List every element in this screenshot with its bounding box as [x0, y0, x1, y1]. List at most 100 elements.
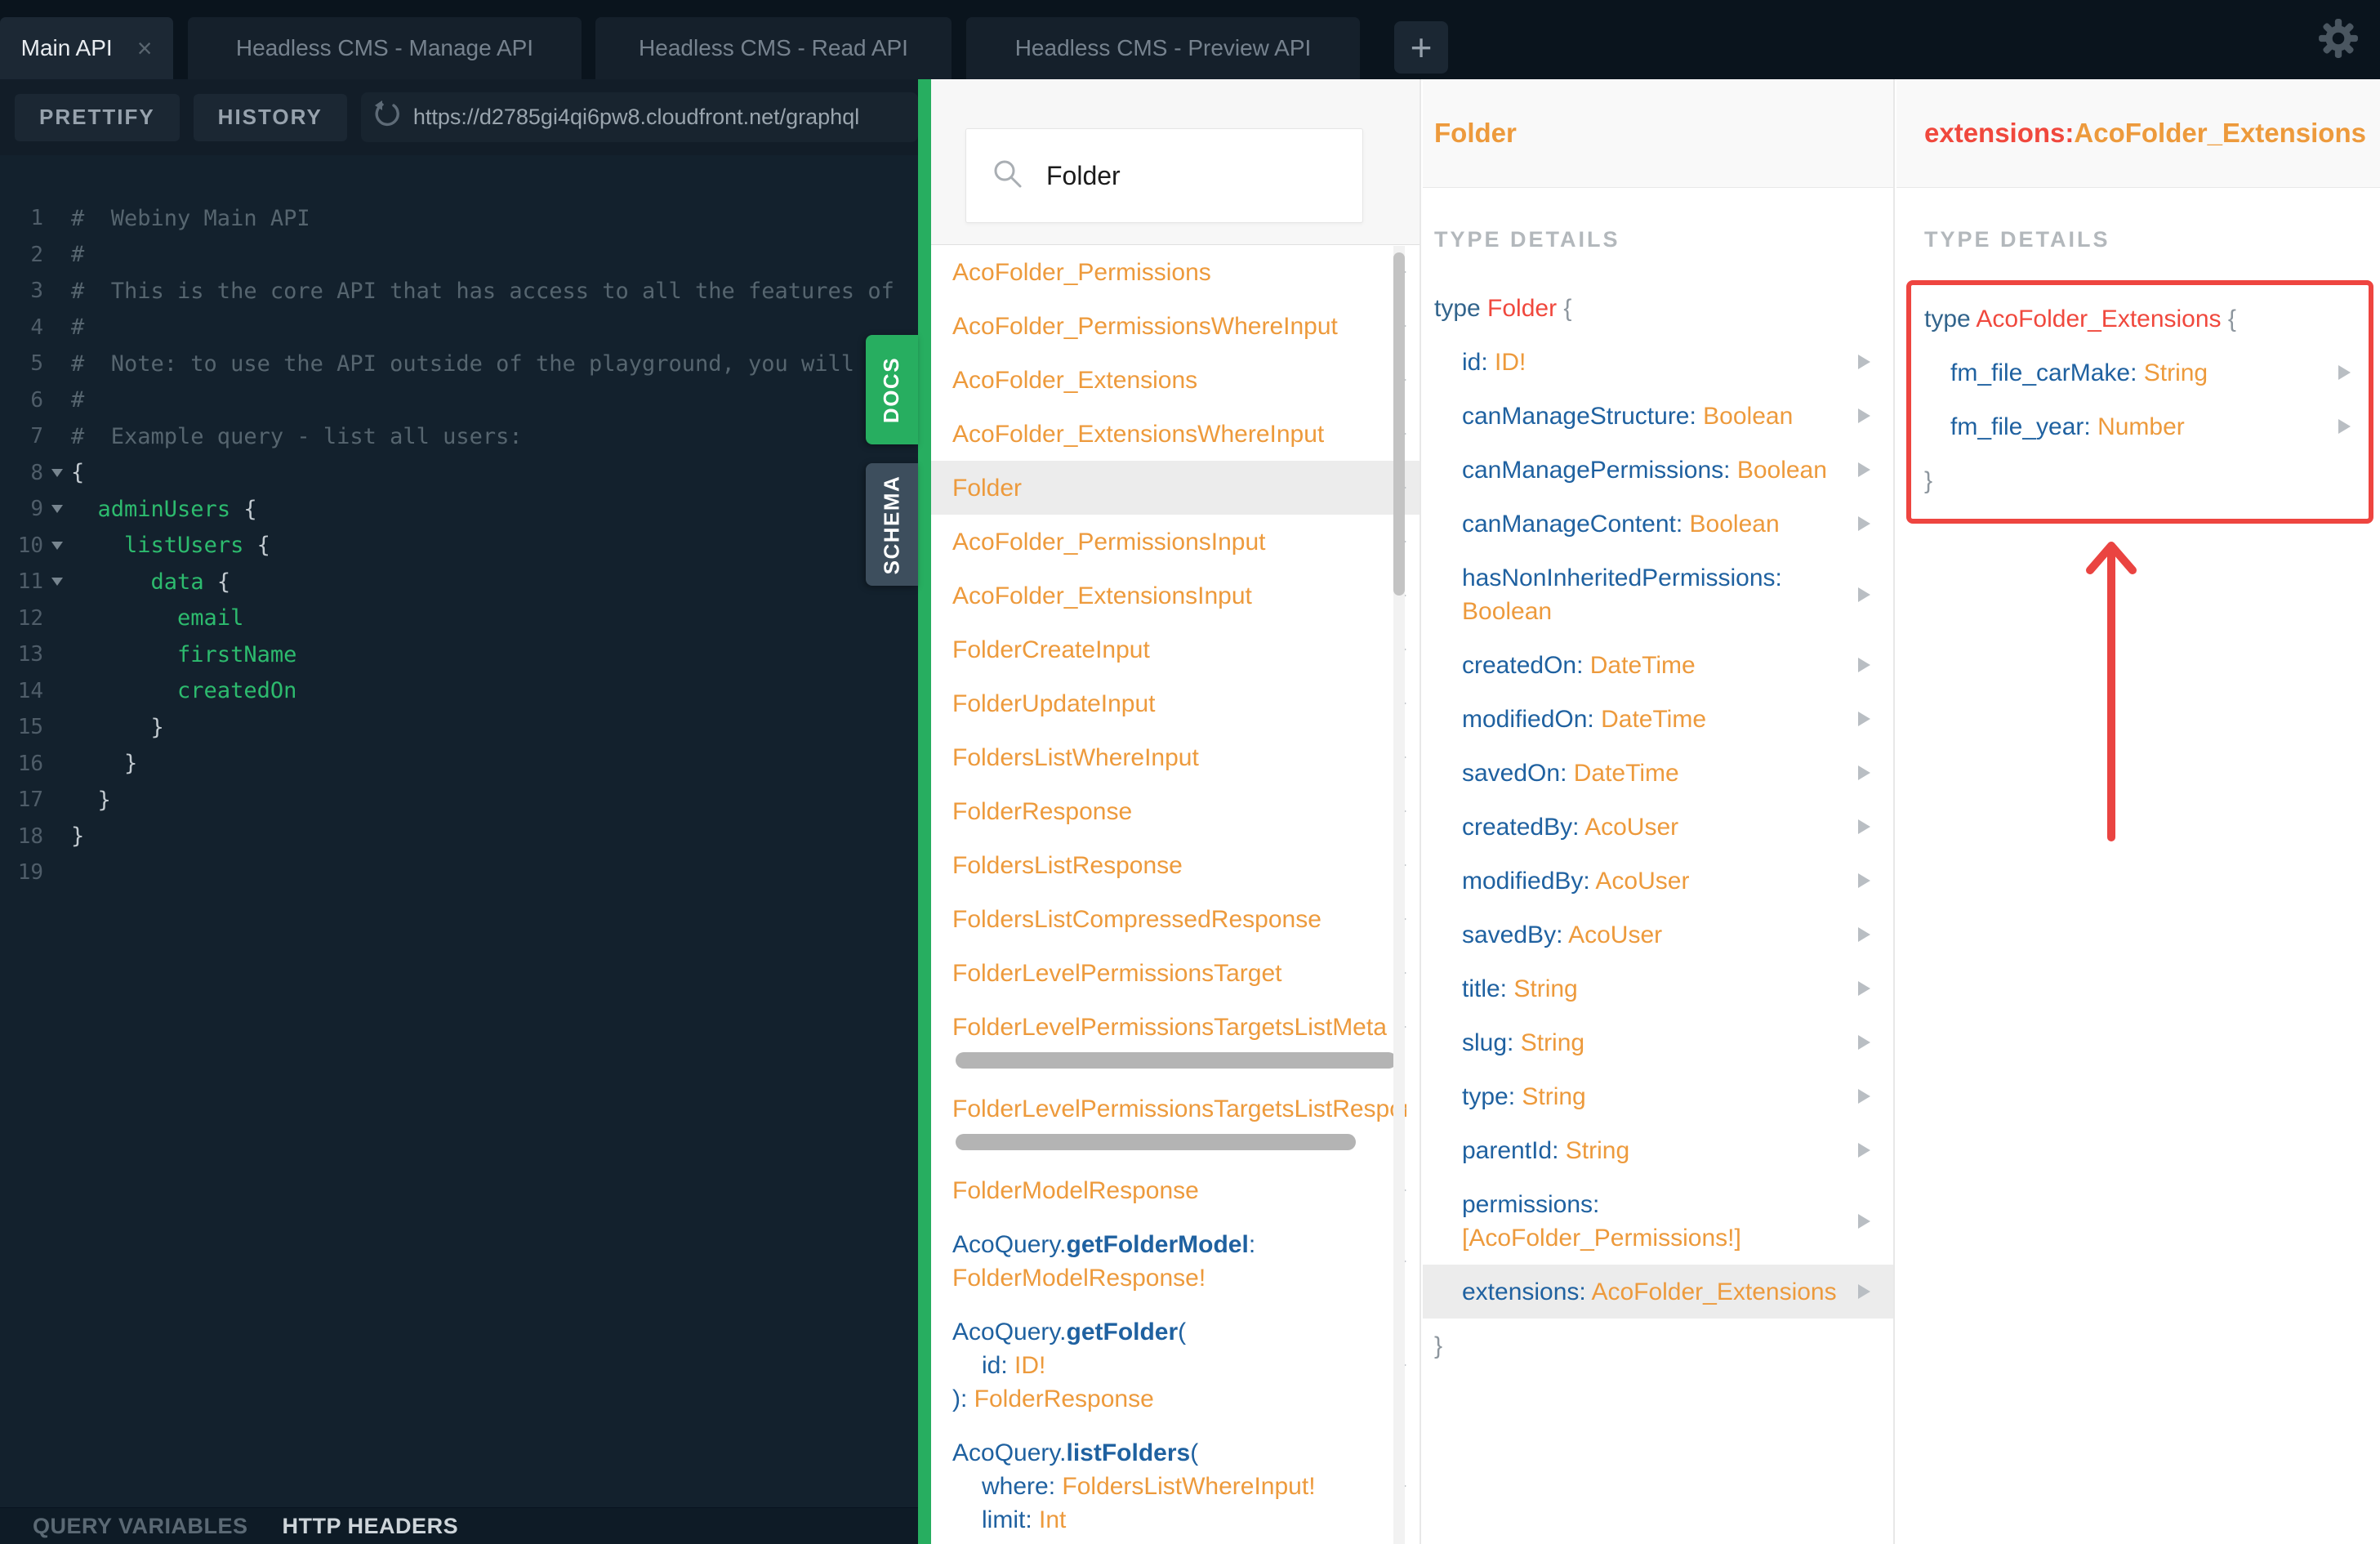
horizontal-scrollbar[interactable]: [956, 1133, 1356, 1150]
line-number: 7: [30, 424, 43, 449]
type-field-row[interactable]: canManagePermissions: Boolean: [1423, 443, 1893, 497]
history-button[interactable]: HISTORY: [193, 93, 347, 141]
docs-list-item[interactable]: FolderModelResponse: [931, 1163, 1420, 1217]
fold-arrow-icon[interactable]: [51, 578, 63, 587]
code-line: 6 #: [0, 382, 918, 419]
code-line: 4 #: [0, 310, 918, 346]
fold-arrow-icon[interactable]: [51, 468, 63, 477]
expand-arrow-icon: [1858, 765, 1870, 780]
type-field-row[interactable]: permissions: [AcoFolder_Permissions!]: [1423, 1177, 1893, 1265]
docs-list-item[interactable]: FolderCreateInput: [931, 623, 1420, 676]
expand-arrow-icon: [1858, 1089, 1870, 1104]
docs-list-item[interactable]: FolderLevelPermissionsTargetsListMeta: [931, 1000, 1420, 1082]
expand-arrow-icon: [2338, 365, 2351, 380]
type-field-row[interactable]: type: String: [1423, 1069, 1893, 1123]
line-number: 15: [17, 715, 43, 740]
expand-arrow-icon: [1858, 1213, 1870, 1229]
line-number: 1: [30, 206, 43, 231]
type-field-row[interactable]: id: ID!: [1423, 335, 1893, 389]
code-line: 16 }: [0, 746, 918, 783]
type-field-row[interactable]: createdOn: DateTime: [1423, 638, 1893, 692]
search-icon: [991, 157, 1025, 195]
type-field-row[interactable]: modifiedOn: DateTime: [1423, 692, 1893, 746]
docs-list-item[interactable]: AcoQuery.getFolder(id: ID!): FolderRespo…: [931, 1305, 1420, 1426]
docs-scrollbar-thumb[interactable]: [1393, 252, 1405, 596]
type-field-row[interactable]: }: [1423, 1319, 1893, 1372]
expand-arrow-icon: [1858, 1284, 1870, 1299]
code-line: 19: [0, 855, 918, 891]
endpoint-url-bar[interactable]: https://d2785gi4qi6pw8.cloudfront.net/gr…: [360, 92, 918, 142]
extension-field-row[interactable]: fm_file_carMake: String: [1911, 346, 2369, 399]
docs-list-item[interactable]: FoldersListCompressedResponse: [931, 892, 1420, 946]
type-field-row[interactable]: canManageContent: Boolean: [1423, 497, 1893, 551]
reload-icon[interactable]: [374, 100, 402, 134]
tab-label: Headless CMS - Preview API: [1014, 35, 1312, 60]
query-editor[interactable]: 1 # Webiny Main API 2 #3 # This is the core …: [0, 155, 918, 1507]
code-line: 8{: [0, 455, 918, 492]
http-headers-tab[interactable]: HTTP HEADERS: [283, 1514, 459, 1539]
docs-list-item[interactable]: AcoQuery.getFolderModel: FolderModelRespo…: [931, 1217, 1420, 1305]
extension-field-row[interactable]: type AcoFolder_Extensions {: [1911, 292, 2369, 346]
add-tab-button[interactable]: +: [1394, 21, 1448, 74]
docs-list-item[interactable]: AcoFolder_ExtensionsWhereInput: [931, 407, 1420, 461]
tab-headless-cms-read-api[interactable]: Headless CMS - Read API: [595, 17, 952, 79]
code-line: 11 data {: [0, 564, 918, 600]
docs-list-item[interactable]: FolderLevelPermissionsTarget: [931, 946, 1420, 1000]
docs-list-item[interactable]: FoldersListResponse: [931, 838, 1420, 892]
expand-arrow-icon: [1858, 712, 1870, 726]
docs-list-item[interactable]: AcoFolder_PermissionsWhereInput: [931, 299, 1420, 353]
docs-list-item[interactable]: AcoFolder_ExtensionsInput: [931, 569, 1420, 623]
type-field-row[interactable]: modifiedBy: AcoUser: [1423, 854, 1893, 908]
docs-list-item[interactable]: FolderResponse: [931, 784, 1420, 838]
fold-arrow-icon[interactable]: [51, 541, 63, 550]
query-variables-tab[interactable]: QUERY VARIABLES: [33, 1514, 248, 1539]
type-field-row[interactable]: savedBy: AcoUser: [1423, 908, 1893, 962]
docs-search-input[interactable]: [1046, 160, 1357, 191]
docs-list-item[interactable]: AcoFolder_PermissionsInput: [931, 515, 1420, 569]
line-number: 5: [30, 351, 43, 377]
type-field-row[interactable]: savedOn: DateTime: [1423, 746, 1893, 800]
type-field-row[interactable]: createdBy: AcoUser: [1423, 800, 1893, 854]
extensions-panel-field: extensions:: [1924, 118, 2075, 148]
docs-list-item[interactable]: AcoQuery.listFolders(where: FoldersListW…: [931, 1426, 1420, 1544]
docs-search-box[interactable]: [965, 128, 1363, 223]
line-number: 10: [17, 533, 43, 558]
prettify-button[interactable]: PRETTIFY: [15, 93, 180, 141]
settings-gear-icon[interactable]: [2318, 18, 2359, 59]
type-field-row[interactable]: parentId: String: [1423, 1123, 1893, 1177]
expand-arrow-icon: [2338, 419, 2351, 434]
type-field-row[interactable]: extensions: AcoFolder_Extensions: [1423, 1265, 1893, 1319]
line-number: 6: [30, 387, 43, 413]
fold-arrow-icon[interactable]: [51, 505, 63, 514]
extension-field-row[interactable]: fm_file_year: Number: [1911, 399, 2369, 453]
schema-side-tab[interactable]: SCHEMA: [866, 463, 918, 586]
code-line: 12 email: [0, 600, 918, 637]
endpoint-url: https://d2785gi4qi6pw8.cloudfront.net/gr…: [412, 105, 860, 129]
expand-arrow-icon: [1858, 927, 1870, 942]
extension-field-row[interactable]: }: [1911, 453, 2369, 507]
close-tab-icon[interactable]: ×: [137, 35, 153, 61]
tab-headless-cms-manage-api[interactable]: Headless CMS - Manage API: [188, 17, 582, 79]
docs-list-item[interactable]: FolderUpdateInput: [931, 676, 1420, 730]
type-field-row[interactable]: hasNonInheritedPermissions: Boolean: [1423, 551, 1893, 638]
docs-list-item[interactable]: AcoFolder_Permissions: [931, 245, 1420, 299]
code-line: 13 firstName: [0, 636, 918, 673]
line-number: 17: [17, 788, 43, 813]
type-field-row[interactable]: slug: String: [1423, 1015, 1893, 1069]
tab-headless-cms-preview-api[interactable]: Headless CMS - Preview API: [966, 17, 1360, 79]
docs-side-tab[interactable]: DOCS: [866, 335, 918, 444]
horizontal-scrollbar[interactable]: [956, 1051, 1397, 1069]
docs-list-item[interactable]: Folder: [931, 461, 1420, 515]
code-line: 10 listUsers {: [0, 528, 918, 564]
expand-arrow-icon: [1858, 873, 1870, 888]
tab-main-api[interactable]: Main API ×: [0, 17, 173, 79]
type-field-row[interactable]: canManageStructure: Boolean: [1423, 389, 1893, 443]
type-field-row[interactable]: title: String: [1423, 962, 1893, 1015]
docs-list-item[interactable]: FoldersListWhereInput: [931, 730, 1420, 784]
docs-list-item[interactable]: AcoFolder_Extensions: [931, 353, 1420, 407]
code-line: 5 # Note: to use the API outside of the p…: [0, 346, 918, 382]
tab-label: Headless CMS - Manage API: [235, 35, 534, 60]
type-field-row[interactable]: type Folder {: [1423, 281, 1893, 335]
code-line: 2 #: [0, 237, 918, 274]
docs-list-item[interactable]: FolderLevelPermissionsTargetsListRespons…: [931, 1082, 1420, 1163]
